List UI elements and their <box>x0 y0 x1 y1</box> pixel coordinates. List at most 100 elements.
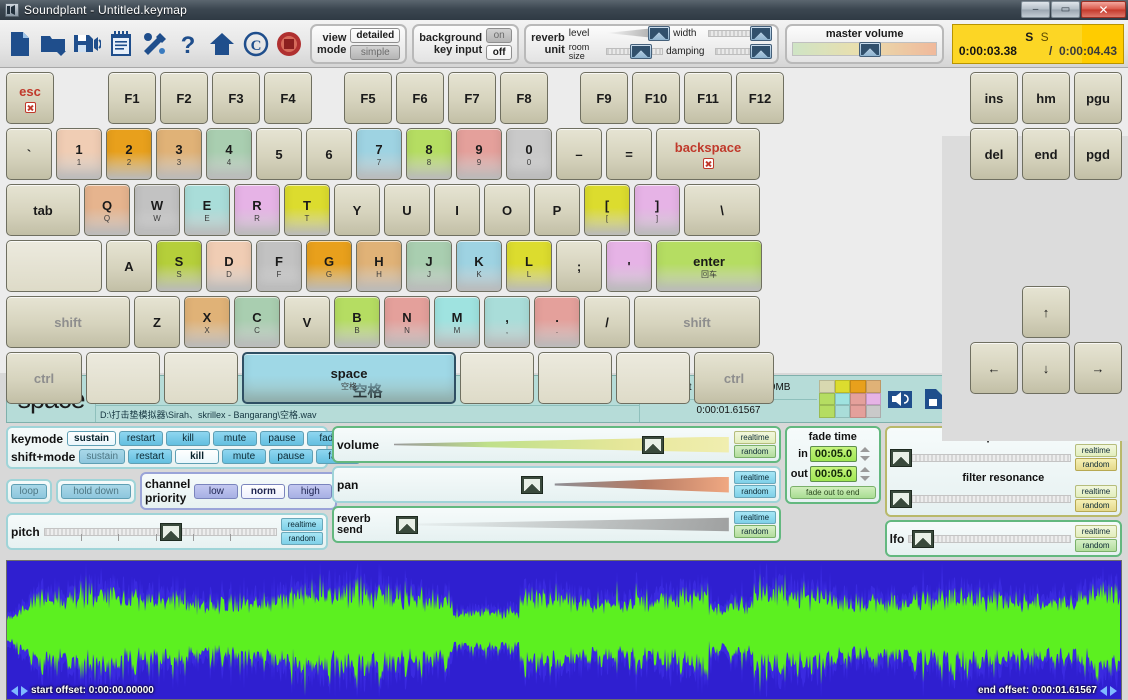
lfo-realtime-button[interactable]: realtime <box>1075 525 1118 538</box>
key-backtick[interactable]: ` <box>6 128 52 180</box>
key-digit-6[interactable]: 6 <box>306 128 352 180</box>
home-icon[interactable] <box>206 24 238 64</box>
key-arrow-left[interactable]: ← <box>970 342 1018 394</box>
key-key-y[interactable]: Y <box>334 184 380 236</box>
fade-in-stepper[interactable] <box>859 445 873 463</box>
fade-out-stepper[interactable] <box>859 465 873 483</box>
waveform-display[interactable]: start offset: 0:00:00.00000 end offset: … <box>6 560 1122 700</box>
reverb-level-slider[interactable] <box>605 25 671 41</box>
background-key-input-on-button[interactable]: on <box>486 27 513 43</box>
key-f12[interactable]: F12 <box>736 72 784 124</box>
channel-priority-option-low[interactable]: low <box>194 483 239 499</box>
save-sound-icon[interactable] <box>71 24 103 64</box>
key-backslash[interactable]: \ <box>684 184 760 236</box>
reverb-damping-slider[interactable] <box>715 44 773 59</box>
key-hm[interactable]: hm <box>1022 72 1070 124</box>
key-tab[interactable]: tab <box>6 184 80 236</box>
filter-resonance-slider[interactable] <box>889 489 1072 508</box>
key-ctrl-left[interactable]: ctrl <box>6 352 82 404</box>
palette-swatch[interactable] <box>850 405 866 418</box>
key-key-d[interactable]: DD <box>206 240 252 292</box>
key-arrow-up[interactable]: ↑ <box>1022 286 1070 338</box>
key-comma[interactable]: ,, <box>484 296 530 348</box>
key-f9[interactable]: F9 <box>580 72 628 124</box>
key-minus[interactable]: – <box>556 128 602 180</box>
key-ins[interactable]: ins <box>970 72 1018 124</box>
key-end[interactable]: end <box>1022 128 1070 180</box>
end-offset-right-arrow-icon[interactable] <box>1110 685 1117 696</box>
maximize-button[interactable]: ▭ <box>1051 1 1080 18</box>
key-space[interactable]: space 空格 <box>242 352 456 404</box>
reverb-room-size-slider[interactable] <box>605 44 664 59</box>
key-digit-4[interactable]: 44 <box>206 128 252 180</box>
start-offset-right-arrow-icon[interactable] <box>21 685 28 696</box>
key-key-s[interactable]: SS <box>156 240 202 292</box>
clear-key-x-icon[interactable] <box>24 101 36 113</box>
key-bracket-right[interactable]: ]] <box>634 184 680 236</box>
key-arrow-right[interactable]: → <box>1074 342 1122 394</box>
key-f6[interactable]: F6 <box>396 72 444 124</box>
key-f7[interactable]: F7 <box>448 72 496 124</box>
stop-all-icon[interactable] <box>273 24 305 64</box>
key-arrow-down[interactable]: ↓ <box>1022 342 1070 394</box>
notes-icon[interactable] <box>105 24 137 64</box>
view-mode-detailed-button[interactable]: detailed <box>350 27 401 43</box>
lowpass-filter-realtime-button[interactable]: realtime <box>1075 444 1118 457</box>
shiftmode-option-pause[interactable]: pause <box>269 449 314 464</box>
key-shift-left[interactable]: shift <box>6 296 130 348</box>
master-volume-slider[interactable] <box>792 41 937 57</box>
lowpass-filter-random-button[interactable]: random <box>1075 458 1118 471</box>
key-f10[interactable]: F10 <box>632 72 680 124</box>
key-enter[interactable]: enter 回车 <box>656 240 762 292</box>
reverb-width-slider[interactable] <box>708 25 773 41</box>
key-backspace[interactable]: backspace <box>656 128 760 180</box>
key-f4[interactable]: F4 <box>264 72 312 124</box>
key-equals[interactable]: = <box>606 128 652 180</box>
palette-swatch[interactable] <box>834 405 850 418</box>
keymode-option-restart[interactable]: restart <box>119 431 164 446</box>
shiftmode-option-restart[interactable]: restart <box>128 449 173 464</box>
keymode-option-kill[interactable]: kill <box>166 431 211 446</box>
key-alt-left[interactable] <box>164 352 238 404</box>
help-icon[interactable]: ? <box>172 24 204 64</box>
pan-slider[interactable] <box>394 475 729 494</box>
reverb-send-slider[interactable] <box>386 515 729 534</box>
key-key-h[interactable]: HH <box>356 240 402 292</box>
key-key-o[interactable]: O <box>484 184 530 236</box>
key-key-q[interactable]: QQ <box>84 184 130 236</box>
loop-button[interactable]: loop <box>11 483 47 499</box>
key-capslock[interactable] <box>6 240 102 292</box>
reverb-send-realtime-button[interactable]: realtime <box>733 511 776 524</box>
background-key-input-off-button[interactable]: off <box>486 44 513 60</box>
key-key-v[interactable]: V <box>284 296 330 348</box>
close-button[interactable]: ✕ <box>1081 1 1126 18</box>
pan-random-button[interactable]: random <box>733 485 776 498</box>
fade-out-to-end-button[interactable]: fade out to end <box>789 486 876 499</box>
key-shift-right[interactable]: shift <box>634 296 760 348</box>
minimize-button[interactable]: – <box>1021 1 1050 18</box>
key-win-right[interactable] <box>538 352 612 404</box>
key-f2[interactable]: F2 <box>160 72 208 124</box>
key-key-z[interactable]: Z <box>134 296 180 348</box>
key-esc[interactable]: esc <box>6 72 54 124</box>
keymode-option-mute[interactable]: mute <box>213 431 258 446</box>
key-win-left[interactable] <box>86 352 160 404</box>
channel-priority-option-norm[interactable]: norm <box>241 483 286 499</box>
reverb-send-random-button[interactable]: random <box>733 525 776 538</box>
key-digit-1[interactable]: 11 <box>56 128 102 180</box>
pitch-slider[interactable] <box>43 522 277 541</box>
clear-key-x-icon[interactable] <box>702 157 714 169</box>
key-digit-8[interactable]: 88 <box>406 128 452 180</box>
key-pgu[interactable]: pgu <box>1074 72 1122 124</box>
volume-slider[interactable] <box>394 435 729 454</box>
keymode-option-pause[interactable]: pause <box>260 431 305 446</box>
key-digit-5[interactable]: 5 <box>256 128 302 180</box>
open-folder-icon[interactable] <box>38 24 70 64</box>
key-key-x[interactable]: XX <box>184 296 230 348</box>
palette-swatch[interactable] <box>819 405 835 418</box>
key-key-f[interactable]: FF <box>256 240 302 292</box>
volume-realtime-button[interactable]: realtime <box>733 431 776 444</box>
key-key-j[interactable]: JJ <box>406 240 452 292</box>
key-key-n[interactable]: NN <box>384 296 430 348</box>
pan-realtime-button[interactable]: realtime <box>733 471 776 484</box>
